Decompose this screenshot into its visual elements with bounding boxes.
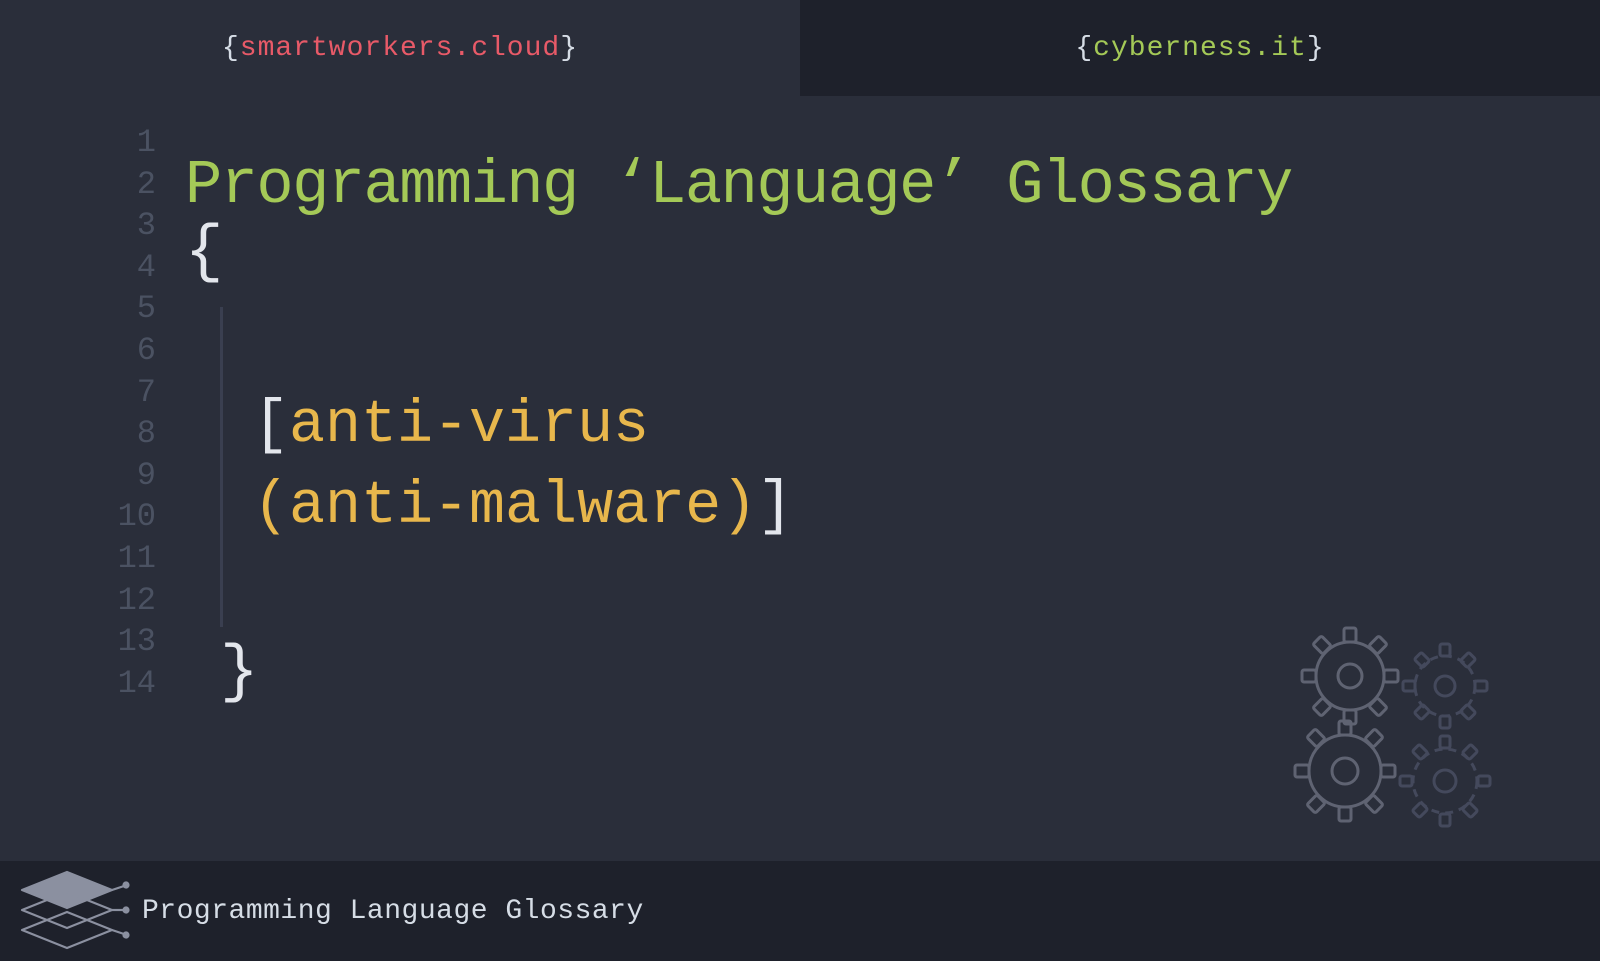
line-number: 10 <box>110 496 156 538</box>
tab-smartworkers[interactable]: {smartworkers.cloud} <box>0 0 800 96</box>
line-number: 12 <box>110 580 156 622</box>
open-paren: ( <box>253 473 289 541</box>
footer-bar: Programming Language Glossary <box>0 861 1600 961</box>
header-tabs: {smartworkers.cloud} {cyberness.it} <box>0 0 1600 96</box>
tab-domain: smartworkers.cloud <box>240 33 560 64</box>
term-word-1: anti-virus <box>289 392 649 460</box>
indent-guide: [anti-virus (anti-malware)] <box>220 307 1560 627</box>
line-number: 7 <box>110 372 156 414</box>
footer-label: Programming Language Glossary <box>142 896 644 927</box>
line-number: 8 <box>110 413 156 455</box>
line-number: 1 <box>110 122 156 164</box>
line-number: 3 <box>110 205 156 247</box>
line-number: 4 <box>110 247 156 289</box>
tab-domain: cyberness.it <box>1093 33 1307 64</box>
line-number-gutter: 1 2 3 4 5 6 7 8 9 10 11 12 13 14 <box>110 122 156 704</box>
term-word-2: anti-malware <box>289 473 721 541</box>
close-paren: ) <box>721 473 757 541</box>
glossary-term-alt: (anti-malware)] <box>253 467 1560 548</box>
line-number: 6 <box>110 330 156 372</box>
glossary-term: [anti-virus <box>253 386 1560 467</box>
brace-open: { <box>1075 33 1093 64</box>
line-number: 14 <box>110 663 156 705</box>
line-number: 9 <box>110 455 156 497</box>
gears-icon <box>1280 621 1510 831</box>
line-number: 13 <box>110 621 156 663</box>
line-number: 2 <box>110 164 156 206</box>
brace-close: } <box>560 33 578 64</box>
tab-cyberness[interactable]: {cyberness.it} <box>800 0 1600 96</box>
brace-open: { <box>222 33 240 64</box>
line-number: 11 <box>110 538 156 580</box>
stacked-layers-icon <box>12 864 132 959</box>
page-title: Programming ‘Language’ Glossary <box>185 150 1560 221</box>
close-bracket: ] <box>757 473 793 541</box>
open-bracket: [ <box>253 392 289 460</box>
code-open-brace: { <box>185 217 1560 289</box>
line-number: 5 <box>110 288 156 330</box>
brace-close: } <box>1307 33 1325 64</box>
